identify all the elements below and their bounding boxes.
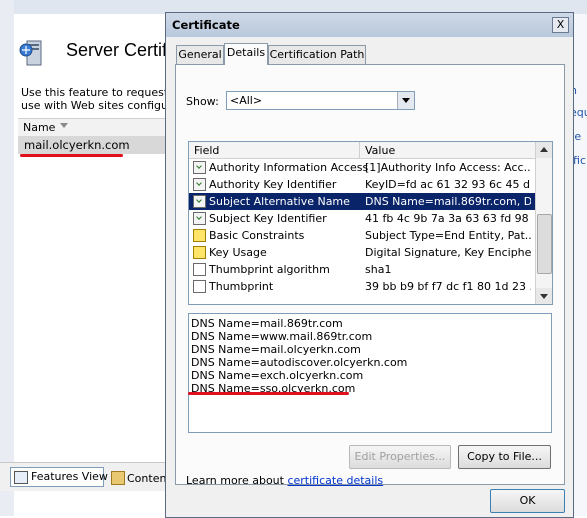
detail-line: DNS Name=autodiscover.olcyerkn.com (191, 356, 408, 369)
field-value: 41 fb 4c 9b 7a 3a 63 63 fd 98 ... (365, 212, 531, 225)
warning-shield-icon (193, 246, 206, 259)
features-view-label: Features View (31, 470, 108, 483)
field-row[interactable]: Subject Key Identifier 41 fb 4c 9b 7a 3a… (189, 210, 535, 227)
certificate-list-row[interactable]: mail.olcyerkn.com (18, 136, 168, 154)
tab-general[interactable]: General (176, 45, 224, 64)
scrollbar-thumb[interactable] (537, 214, 552, 274)
chevron-down-icon (402, 98, 410, 103)
dialog-title: Certificate (172, 18, 240, 32)
red-underline-annotation (20, 154, 123, 157)
field-value: Digital Signature, Key Encipher... (365, 246, 531, 259)
certificate-name: mail.olcyerkn.com (24, 138, 130, 152)
name-column-label: Name (23, 121, 56, 134)
scroll-up-arrow-icon[interactable] (536, 142, 552, 158)
window-left-frame (0, 0, 14, 516)
certificate-details-link[interactable]: certificate details (287, 474, 383, 487)
ok-button[interactable]: OK (490, 489, 565, 513)
dialog-titlebar[interactable]: Certificate X (166, 13, 573, 38)
field-row[interactable]: Key Usage Digital Signature, Key Enciphe… (189, 244, 535, 261)
column-divider[interactable] (359, 142, 360, 158)
field-value: Subject Type=End Entity, Pat... (365, 229, 531, 242)
field-name: Thumbprint (209, 280, 274, 293)
download-arrow-icon (193, 195, 206, 208)
show-selected-value: <All> (230, 94, 263, 107)
certificate-page-icon (193, 280, 206, 293)
page-title: Server Certif (66, 40, 168, 60)
field-row[interactable]: Authority Information Access [1]Authorit… (189, 159, 535, 176)
field-name: Authority Information Access (209, 161, 369, 174)
copy-to-file-button[interactable]: Copy to File... (458, 445, 551, 469)
dialog-body: General Details Certification Path Show:… (166, 37, 573, 517)
warning-shield-icon (193, 229, 206, 242)
field-value: sha1 (365, 263, 392, 276)
field-value: DNS Name=mail.869tr.com, D... (365, 195, 531, 208)
download-arrow-icon (193, 161, 206, 174)
field-name: Basic Constraints (209, 229, 305, 242)
learn-more-text: Learn more about certificate details (186, 474, 383, 487)
field-value: [1]Authority Info Access: Acc... (365, 161, 531, 174)
show-label: Show: (186, 95, 219, 108)
download-arrow-icon (193, 178, 206, 191)
detail-line: DNS Name=exch.olcyerkn.com (191, 369, 364, 382)
field-row-selected[interactable]: Subject Alternative Name DNS Name=mail.8… (189, 193, 535, 210)
features-view-icon (14, 471, 28, 484)
close-icon[interactable]: X (552, 17, 569, 33)
sort-arrow-icon (60, 123, 68, 128)
fields-list-header: Field Value (189, 142, 535, 159)
scroll-down-arrow-icon[interactable] (536, 288, 552, 304)
field-name: Subject Key Identifier (209, 212, 327, 225)
feature-description-line2: use with Web sites configured (21, 99, 187, 112)
value-column-header[interactable]: Value (365, 144, 395, 157)
field-name: Subject Alternative Name (209, 195, 350, 208)
certificate-page-icon (193, 263, 206, 276)
feature-description-line1: Use this feature to request an (21, 86, 186, 99)
field-column-header[interactable]: Field (194, 144, 219, 157)
field-row[interactable]: Thumbprint algorithm sha1 (189, 261, 535, 278)
field-row[interactable]: Basic Constraints Subject Type=End Entit… (189, 227, 535, 244)
dropdown-button[interactable] (397, 92, 414, 109)
field-value: 39 bb b9 bf f7 dc f1 80 1d 23 ... (365, 280, 531, 293)
details-tab-panel: Show: <All> Field Value Authority Inform… (175, 64, 565, 487)
field-value: KeyID=fd ac 61 32 93 6c 45 d... (365, 178, 531, 191)
field-name: Authority Key Identifier (209, 178, 337, 191)
field-row[interactable]: Authority Key Identifier KeyID=fd ac 61 … (189, 176, 535, 193)
detail-line: DNS Name=mail.869tr.com (191, 317, 343, 330)
tab-details[interactable]: Details (224, 43, 268, 65)
name-column-header[interactable]: Name (18, 118, 168, 137)
server-certificates-icon (19, 40, 42, 66)
download-arrow-icon (193, 212, 206, 225)
detail-line: DNS Name=mail.olcyerkn.com (191, 343, 361, 356)
show-filter-select[interactable]: <All> (226, 91, 415, 110)
learn-more-prefix: Learn more about (186, 474, 288, 487)
fields-scrollbar[interactable] (535, 142, 552, 304)
detail-line: DNS Name=www.mail.869tr.com (191, 330, 373, 343)
certificate-fields-list[interactable]: Field Value Authority Information Access… (188, 141, 553, 305)
field-name: Key Usage (209, 246, 267, 259)
tab-certification-path[interactable]: Certification Path (268, 45, 366, 64)
field-detail-textbox[interactable]: DNS Name=mail.869tr.com DNS Name=www.mai… (188, 313, 552, 433)
edit-properties-button[interactable]: Edit Properties... (349, 445, 451, 469)
field-name: Thumbprint algorithm (209, 263, 330, 276)
red-underline-annotation (188, 392, 349, 395)
features-view-tab[interactable]: Features View (10, 467, 108, 487)
field-row[interactable]: Thumbprint 39 bb b9 bf f7 dc f1 80 1d 23… (189, 278, 535, 295)
certificate-dialog: Certificate X General Details Certificat… (165, 12, 574, 518)
content-view-icon[interactable] (111, 471, 125, 485)
